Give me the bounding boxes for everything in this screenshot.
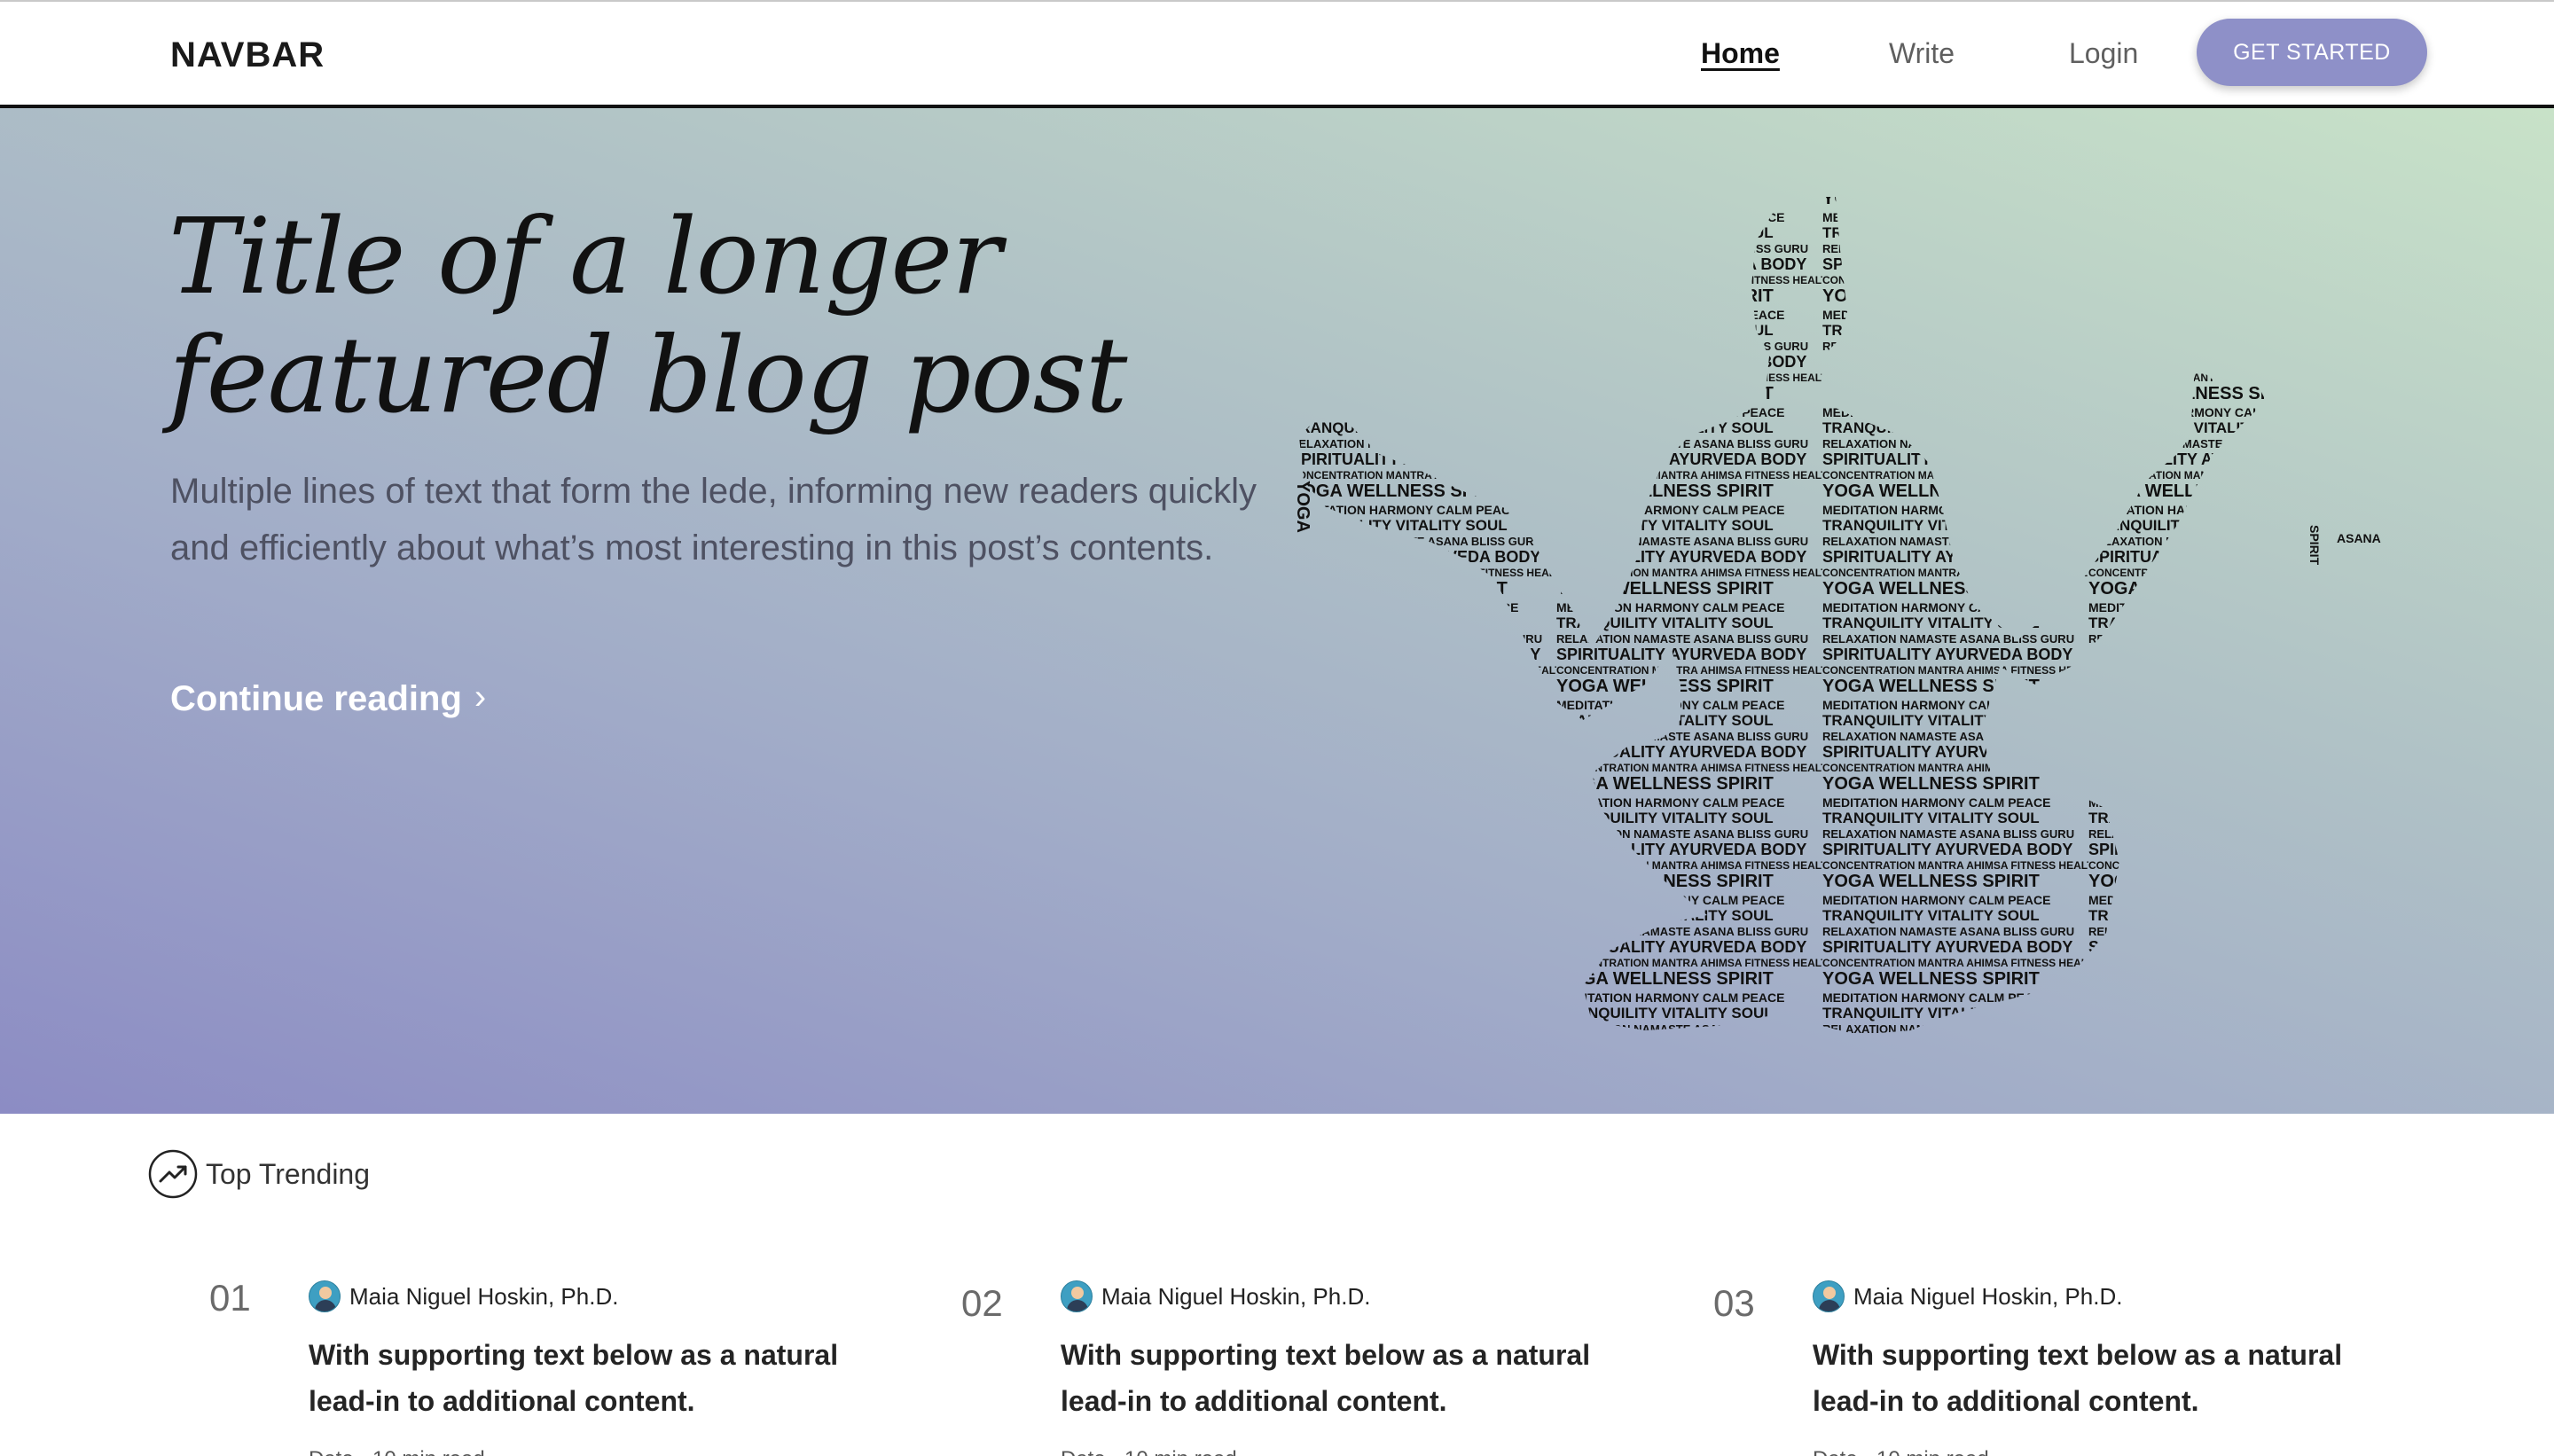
yoga-meditation-figure: YOGA WELLNESS SPIRIT MEDITATION HARMONY …: [1290, 188, 2381, 1066]
hero-lede: Multiple lines of text that form the led…: [170, 472, 1257, 568]
author-name: Maia Niguel Hoskin, Ph.D.: [349, 1282, 619, 1310]
card-meta: Date · 10 min read: [309, 1447, 485, 1456]
hero-title-line-1: Title of a longer: [168, 195, 1002, 317]
avatar: [1061, 1280, 1093, 1312]
avatar: [1813, 1280, 1845, 1312]
nav-link-home[interactable]: Home: [1701, 37, 1780, 70]
hero-title: Title of a longer featured blog post: [168, 197, 1321, 434]
trending-card[interactable]: 01 Maia Niguel Hoskin, Ph.D. With suppor…: [209, 1273, 883, 1456]
trending-card[interactable]: 03 Maia Niguel Hoskin, Ph.D. With suppor…: [1713, 1273, 2387, 1456]
yoga-word-cloud-icon: YOGA WELLNESS SPIRIT MEDITATION HARMONY …: [1293, 197, 2381, 1035]
svg-text:YOGA: YOGA: [1293, 481, 1312, 533]
continue-reading-link[interactable]: Continue reading ›: [170, 677, 487, 719]
navbar: NAVBAR Home Write Login GET STARTED: [0, 0, 2554, 108]
navbar-brand[interactable]: NAVBAR: [170, 35, 325, 75]
trending-up-icon: [148, 1149, 198, 1199]
card-meta: Date · 10 min read: [1813, 1447, 1989, 1456]
card-author[interactable]: Maia Niguel Hoskin, Ph.D.: [309, 1280, 618, 1312]
trending-number: 02: [961, 1282, 1003, 1324]
svg-text:SPIRIT: SPIRIT: [2307, 525, 2322, 566]
card-title[interactable]: With supporting text below as a natural …: [1061, 1332, 1628, 1424]
author-name: Maia Niguel Hoskin, Ph.D.: [1101, 1282, 1371, 1310]
trending-card[interactable]: 02 Maia Niguel Hoskin, Ph.D. With suppor…: [961, 1273, 1635, 1456]
trending-label: Top Trending: [206, 1157, 371, 1190]
hero-banner: Title of a longer featured blog post Mul…: [0, 108, 2554, 1114]
chevron-right-icon: ›: [474, 677, 487, 716]
hero-title-line-2: featured blog post: [168, 314, 1127, 436]
trending-header: Top Trending: [147, 1148, 370, 1200]
nav-link-login[interactable]: Login: [2069, 37, 2138, 70]
continue-reading-label: Continue reading: [170, 679, 462, 718]
card-author[interactable]: Maia Niguel Hoskin, Ph.D.: [1061, 1280, 1370, 1312]
trending-number: 03: [1713, 1282, 1755, 1324]
get-started-button[interactable]: GET STARTED: [2197, 19, 2427, 86]
card-author[interactable]: Maia Niguel Hoskin, Ph.D.: [1813, 1280, 2122, 1312]
nav-link-write[interactable]: Write: [1889, 37, 1955, 70]
card-title[interactable]: With supporting text below as a natural …: [309, 1332, 876, 1424]
author-name: Maia Niguel Hoskin, Ph.D.: [1853, 1282, 2123, 1310]
svg-text:ASANA: ASANA: [2337, 531, 2381, 545]
avatar: [309, 1280, 341, 1312]
card-title[interactable]: With supporting text below as a natural …: [1813, 1332, 2380, 1424]
trending-number: 01: [209, 1277, 251, 1319]
card-meta: Date · 10 min read: [1061, 1447, 1237, 1456]
